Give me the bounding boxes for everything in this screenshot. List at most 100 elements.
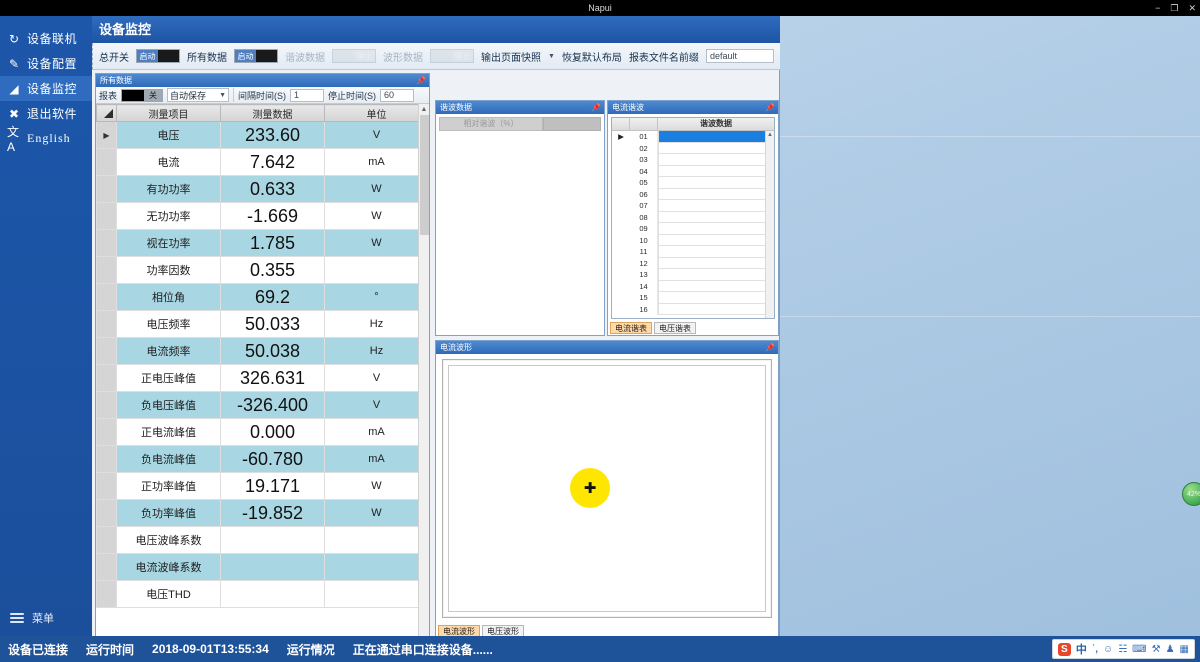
autosave-select[interactable]: 自动保存 ▼ [167, 88, 230, 102]
harmonic-row[interactable]: 10 [612, 234, 774, 246]
table-row[interactable]: 电流频率 50.038 Hz [96, 337, 429, 365]
table-row[interactable]: 电压波峰系数 [96, 526, 429, 554]
table-row[interactable]: 负电流峰值 -60.780 mA [96, 445, 429, 473]
table-row[interactable]: ▶ 电压 233.60 V [96, 121, 429, 149]
row-selector-cell[interactable] [96, 175, 117, 203]
row-selector-cell[interactable] [96, 202, 117, 230]
harmonic-value-cell[interactable] [658, 188, 774, 200]
current-harmonic-grid[interactable]: 谐波数据 ▶ 01 02 03 04 05 06 07 08 09 10 11 12 13 14 15 16 ▲ [611, 117, 775, 319]
harmonic-row[interactable]: 16 [612, 303, 774, 315]
harmonic-value-cell[interactable] [658, 257, 774, 269]
row-selector-cell[interactable] [96, 499, 117, 527]
scroll-up-icon[interactable]: ▲ [766, 131, 774, 140]
harmonic-value-cell[interactable] [658, 142, 774, 154]
harmonic-value-cell[interactable] [658, 292, 774, 304]
row-selector-cell[interactable] [96, 526, 117, 554]
column-header-unit[interactable]: 单位 [324, 104, 429, 122]
snapshot-button[interactable]: 输出页面快照 [481, 49, 541, 64]
harmonic-row[interactable]: ▶ 01 [612, 131, 774, 143]
harmonic-value-cell[interactable] [658, 177, 774, 189]
desktop-green-badge[interactable]: 42% [1182, 482, 1200, 506]
row-selector-cell[interactable] [96, 364, 117, 392]
row-selector-cell[interactable]: ▶ [96, 121, 117, 149]
sidebar-item-english[interactable]: 文A English [0, 125, 92, 154]
master-switch-toggle[interactable]: 启动 [136, 49, 180, 63]
column-header-value[interactable]: 测量数据 [220, 104, 325, 122]
harmonic-row[interactable]: 15 [612, 292, 774, 304]
harmonic-row[interactable]: 04 [612, 165, 774, 177]
measurement-grid[interactable]: 测量项目 测量数据 单位 ▶ 电压 233.60 V 电流 7.642 mA 有功功率 0.63… [96, 104, 429, 638]
row-selector-cell[interactable] [96, 229, 117, 257]
harmonic-row[interactable]: 07 [612, 200, 774, 212]
table-row[interactable]: 相位角 69.2 ° [96, 283, 429, 311]
table-row[interactable]: 负电压峰值 -326.400 V [96, 391, 429, 419]
harmonic-value-cell[interactable] [658, 246, 774, 258]
scroll-up-icon[interactable]: ▲ [419, 104, 429, 115]
harmonic-row[interactable]: 09 [612, 223, 774, 235]
ime-mode-label[interactable]: 中 [1076, 641, 1087, 657]
harmonic-value-cell[interactable] [658, 165, 774, 177]
harmonic-data-toggle[interactable]: 停止 [332, 49, 376, 63]
harmonic-row[interactable]: 06 [612, 188, 774, 200]
harmonic-row[interactable]: 14 [612, 280, 774, 292]
row-selector-cell[interactable] [96, 472, 117, 500]
table-row[interactable]: 电流 7.642 mA [96, 148, 429, 176]
shirt-icon[interactable]: ♟ [1166, 644, 1175, 655]
harmonic-column-header[interactable]: 谐波数据 [658, 118, 774, 130]
harmonic-value-cell[interactable] [658, 280, 774, 292]
table-row[interactable]: 正电流峰值 0.000 mA [96, 418, 429, 446]
waveform-cursor-marker[interactable]: ✚ [570, 468, 610, 508]
table-row[interactable]: 视在功率 1.785 W [96, 229, 429, 257]
tab-current-harmonic-table[interactable]: 电流谐表 [610, 322, 652, 334]
restore-layout-button[interactable]: 恢复默认布局 [562, 49, 622, 64]
apps-icon[interactable]: ▦ [1180, 644, 1189, 655]
harmonic-value-cell[interactable] [658, 234, 774, 246]
harmonic-row[interactable]: 08 [612, 211, 774, 223]
report-toggle[interactable]: 关 [121, 88, 164, 102]
waveform-plot-area[interactable]: ✚ [442, 359, 772, 618]
row-selector-cell[interactable] [96, 283, 117, 311]
harmonic-value-cell[interactable] [658, 269, 774, 281]
chevron-down-icon[interactable]: ▼ [548, 53, 555, 60]
comma-icon[interactable]: ˙, [1092, 644, 1098, 655]
row-selector-cell[interactable] [96, 445, 117, 473]
table-row[interactable]: 正电压峰值 326.631 V [96, 364, 429, 392]
pin-icon[interactable]: 📌 [416, 74, 429, 87]
stop-time-input[interactable]: 60 [380, 88, 415, 102]
sidebar-menu-button[interactable]: 菜单 [0, 610, 92, 626]
pin-icon[interactable]: 📌 [765, 101, 778, 114]
wave-data-toggle[interactable]: 停止 [430, 49, 474, 63]
row-selector-cell[interactable] [96, 310, 117, 338]
row-selector-cell[interactable] [96, 148, 117, 176]
harmonic-row[interactable]: 11 [612, 246, 774, 258]
row-selector-cell[interactable] [96, 391, 117, 419]
harmonic-value-cell[interactable] [658, 303, 774, 315]
harmonic-scrollbar[interactable]: ▲ [765, 131, 774, 318]
table-row[interactable]: 电压频率 50.033 Hz [96, 310, 429, 338]
waveform-plot-inner[interactable]: ✚ [448, 365, 766, 612]
close-icon[interactable]: ✕ [1188, 0, 1196, 16]
table-row[interactable]: 电流波峰系数 [96, 553, 429, 581]
column-header-item[interactable]: 测量项目 [116, 104, 221, 122]
sidebar-item-device-link[interactable]: ↻ 设备联机 [0, 26, 92, 51]
report-prefix-input[interactable]: default [705, 49, 774, 63]
pin-icon[interactable]: 📌 [765, 341, 778, 354]
select-all-header[interactable] [96, 104, 117, 122]
harmonic-row[interactable]: 13 [612, 269, 774, 281]
harmonic-value-cell[interactable] [658, 154, 774, 166]
row-selector-cell[interactable] [96, 418, 117, 446]
table-row[interactable]: 负功率峰值 -19.852 W [96, 499, 429, 527]
sidebar-item-device-config[interactable]: ✎ 设备配置 [0, 51, 92, 76]
table-row[interactable]: 正功率峰值 19.171 W [96, 472, 429, 500]
maximize-icon[interactable]: ❐ [1170, 0, 1178, 16]
harmonic-value-cell[interactable] [658, 211, 774, 223]
harmonic-row[interactable]: 12 [612, 257, 774, 269]
table-row[interactable]: 无功功率 -1.669 W [96, 202, 429, 230]
tab-voltage-harmonic-table[interactable]: 电压谐表 [654, 322, 696, 334]
harmonic-value-cell[interactable] [658, 131, 774, 143]
row-selector-cell[interactable] [96, 337, 117, 365]
pin-icon[interactable]: 📌 [591, 101, 604, 114]
harmonic-value-cell[interactable] [658, 200, 774, 212]
interval-input[interactable]: 1 [290, 88, 325, 102]
row-selector-cell[interactable] [96, 553, 117, 581]
